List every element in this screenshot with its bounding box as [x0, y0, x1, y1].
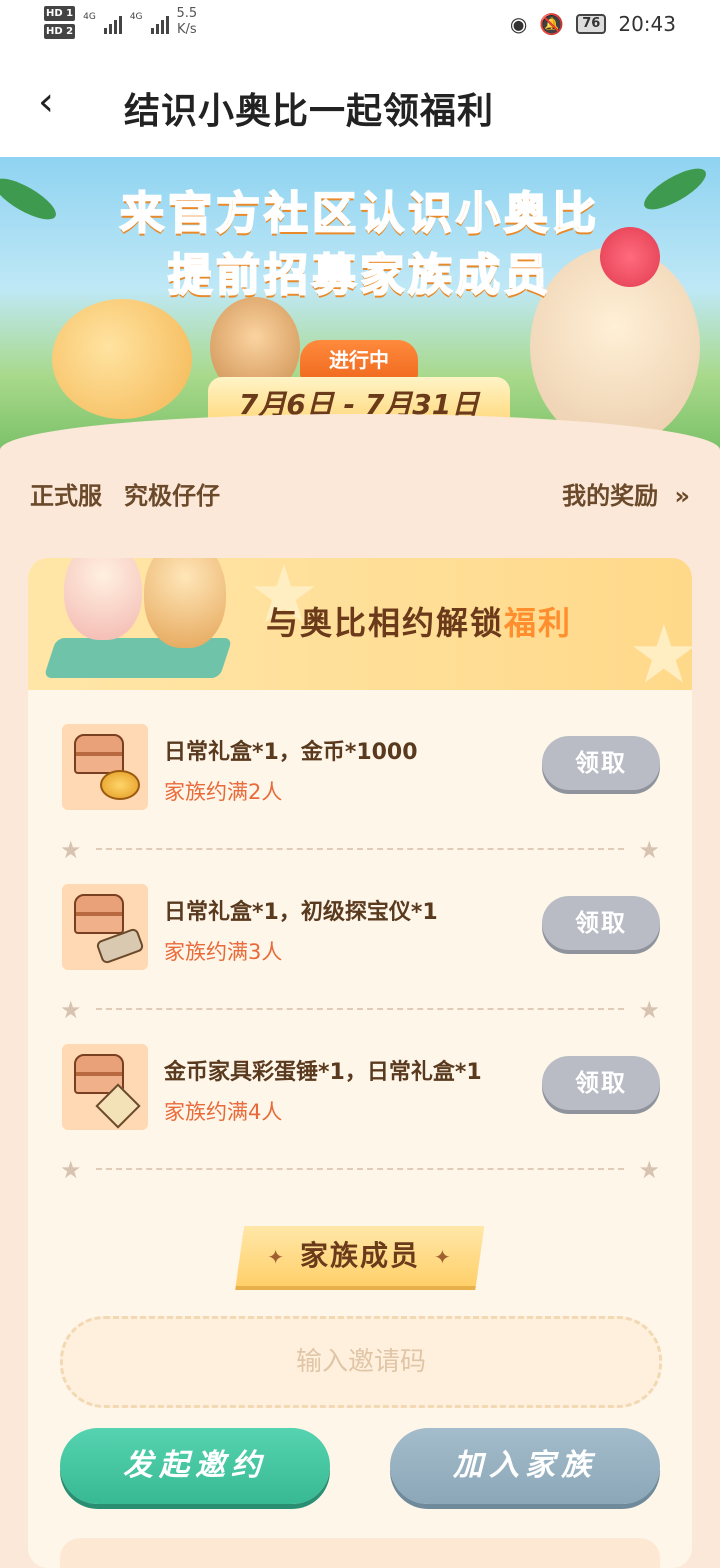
- speed-value: 5.5: [176, 6, 198, 21]
- signal-icon: [103, 14, 122, 34]
- status-left: HD 1 HD 2 4G 4G 5.5 K/s: [44, 6, 197, 42]
- net1-label: 4G: [83, 12, 96, 22]
- star-icon: ★: [638, 1156, 660, 1184]
- signal-icon-2: [150, 14, 169, 34]
- divider: ★ ★: [28, 996, 692, 1024]
- my-rewards-link[interactable]: 我的奖励 »: [562, 476, 690, 511]
- status-bar: HD 1 HD 2 4G 4G 5.5 K/s ◉ 🔕 76 20:43: [0, 0, 720, 52]
- reward-item: 日常礼盒*1，金币*1000 家族约满2人 领取: [28, 724, 692, 844]
- brown-bear-illustration: [144, 558, 226, 648]
- chevron-left-icon: ‹: [38, 79, 54, 125]
- reward-name: 金币家具彩蛋锤*1，日常礼盒*1: [164, 1060, 482, 1085]
- sparkle-icon: ✦: [267, 1245, 286, 1269]
- event-banner: 来官方社区认识小奥比 提前招募家族成员 进行中 7月6日 - 7月31日: [0, 157, 720, 450]
- chest-coin-icon: [62, 724, 148, 810]
- app-header: ‹ 结识小奥比一起领福利: [0, 52, 720, 157]
- speed-unit: K/s: [177, 22, 197, 37]
- reward-item: 日常礼盒*1，初级探宝仪*1 家族约满3人 领取: [28, 884, 692, 1004]
- reward-name: 日常礼盒*1，金币*1000: [164, 740, 418, 765]
- card-header: ★ ★ 与奥比相约解锁福利: [28, 558, 692, 701]
- reward-condition: 家族约满4人: [164, 1100, 283, 1124]
- rewards-card: ★ ★ 与奥比相约解锁福利 日常礼盒*1，金币*1000 家族约满2人 领取 ★…: [28, 558, 692, 1568]
- sim1-label: HD 1: [44, 6, 76, 21]
- reward-name: 日常礼盒*1，初级探宝仪*1: [164, 900, 438, 925]
- star-icon: ★: [60, 996, 82, 1024]
- eye-icon: ◉: [509, 12, 528, 36]
- star-icon: ★: [638, 836, 660, 864]
- player-name: 究极仔仔: [124, 482, 220, 510]
- chest-detector-icon: [62, 884, 148, 970]
- status-right: ◉ 🔕 76 20:43: [510, 12, 676, 36]
- status-badge: 进行中: [300, 340, 418, 380]
- page-title: 结识小奥比一起领福利: [124, 91, 495, 132]
- card-title: 与奥比相约解锁福利: [266, 598, 572, 644]
- clock: 20:43: [618, 12, 676, 36]
- card-title-main: 与奥比相约解锁: [266, 604, 505, 642]
- members-heading: ✦ 家族成员 ✦: [240, 1226, 480, 1286]
- double-chevron-right-icon: »: [674, 482, 690, 510]
- map-illustration: [43, 638, 233, 678]
- divider: ★ ★: [28, 836, 692, 864]
- star-icon: ★: [60, 836, 82, 864]
- divider: ★ ★: [28, 1156, 692, 1184]
- members-title: 家族成员: [299, 1239, 420, 1272]
- invite-code-input[interactable]: 输入邀请码: [60, 1316, 662, 1408]
- sparkle-icon: ✦: [434, 1245, 453, 1269]
- sim-indicators: HD 1 HD 2: [44, 6, 76, 42]
- reward-item: 金币家具彩蛋锤*1，日常礼盒*1 家族约满4人 领取: [28, 1044, 692, 1164]
- card-title-highlight: 福利: [504, 604, 573, 642]
- star-icon: ★: [638, 996, 660, 1024]
- net2-label: 4G: [129, 12, 143, 22]
- join-family-button[interactable]: 加入家族: [390, 1428, 660, 1504]
- claim-button[interactable]: 领取: [542, 896, 660, 950]
- claim-button[interactable]: 领取: [542, 1056, 660, 1110]
- server-name: 正式服: [30, 482, 102, 510]
- winged-pet-illustration: [52, 299, 192, 419]
- server-info: 正式服 究极仔仔: [30, 476, 242, 511]
- claim-button[interactable]: 领取: [542, 736, 660, 790]
- my-rewards-label: 我的奖励: [562, 482, 659, 510]
- mute-bell-icon: 🔕: [539, 12, 565, 36]
- pink-bear-illustration: [64, 558, 142, 640]
- start-invite-button[interactable]: 发起邀约: [60, 1428, 330, 1504]
- chest-hammer-icon: [62, 1044, 148, 1130]
- star-icon: ★: [60, 1156, 82, 1184]
- back-button[interactable]: ‹: [38, 82, 54, 122]
- star-decoration: ★: [628, 608, 692, 701]
- network-speed: 5.5 K/s: [177, 6, 198, 38]
- banner-headline-2: 提前招募家族成员: [167, 249, 552, 302]
- sim2-label: HD 2: [44, 24, 76, 39]
- reward-condition: 家族约满2人: [164, 780, 283, 804]
- members-list-panel: [60, 1538, 660, 1568]
- banner-headline-1: 来官方社区认识小奥比: [119, 187, 600, 240]
- battery-icon: 76: [576, 14, 607, 34]
- reward-condition: 家族约满3人: [164, 940, 283, 964]
